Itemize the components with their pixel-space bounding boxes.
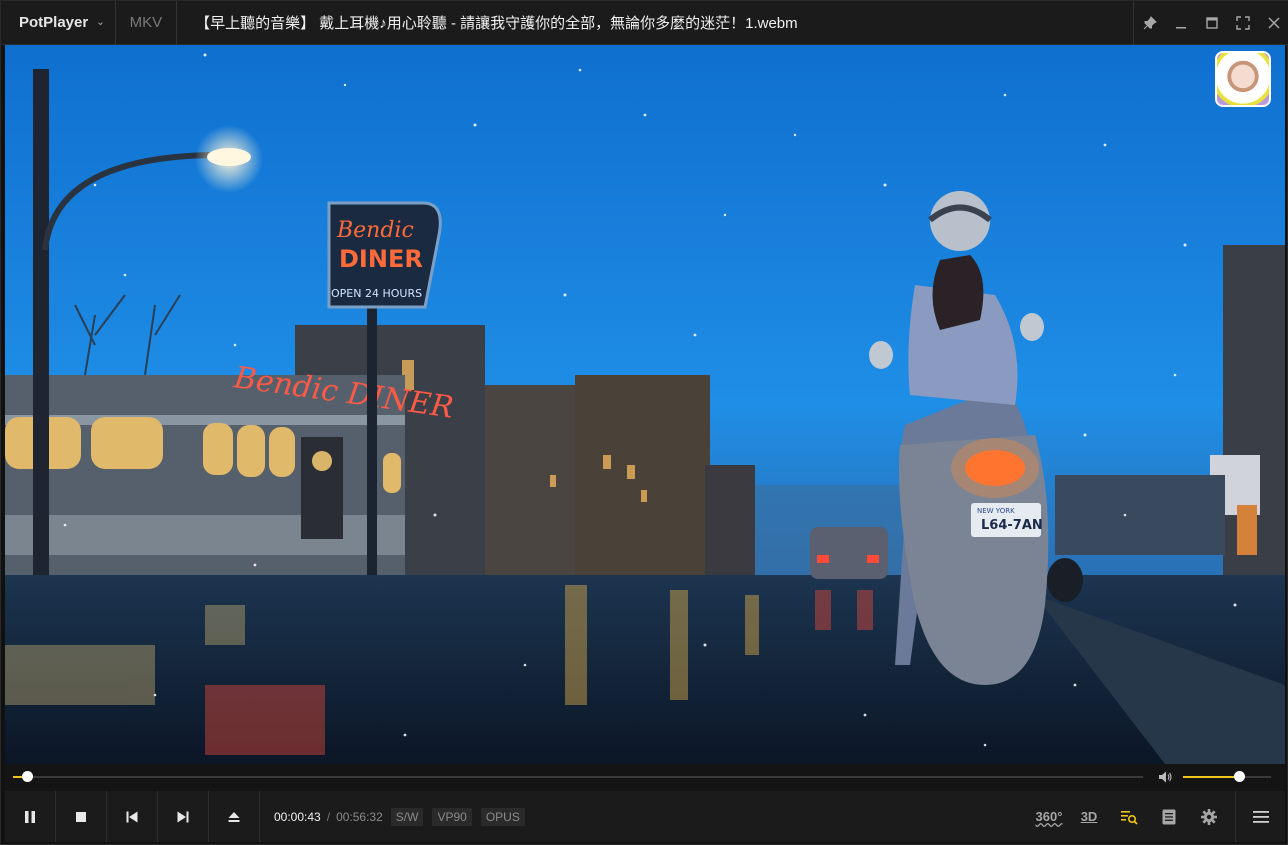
fullscreen-button[interactable] (1227, 1, 1258, 45)
channel-logo-sticker (1215, 51, 1271, 107)
stop-button[interactable] (56, 791, 107, 842)
minimize-button[interactable] (1165, 1, 1196, 45)
pause-button[interactable] (5, 791, 56, 842)
right-controls: 360° 3D (1029, 791, 1285, 842)
title-bar[interactable]: PotPlayer ⌄ MKV 【早上聽的音樂】 戴上耳機♪用心聆聽 - 請讓我… (1, 0, 1288, 45)
app-menu-button[interactable]: PotPlayer ⌄ (1, 0, 116, 45)
document-list-icon (1162, 809, 1176, 824)
current-time[interactable]: 00:00:43 (274, 810, 321, 824)
seek-handle[interactable] (22, 771, 34, 782)
pin-button[interactable] (1134, 1, 1165, 45)
time-display: 00:00:43 / 00:56:32 S/W VP90 OPUS (274, 807, 534, 826)
potplayer-window: PotPlayer ⌄ MKV 【早上聽的音樂】 戴上耳機♪用心聆聽 - 請讓我… (0, 0, 1288, 845)
minimize-icon (1175, 26, 1186, 28)
close-icon (1267, 16, 1280, 29)
control-bar: 00:00:43 / 00:56:32 S/W VP90 OPUS 360° 3… (5, 791, 1285, 842)
diner-sign-script: Bendic (336, 218, 414, 243)
pin-icon (1143, 15, 1157, 29)
video-area[interactable]: Bendic DINER Bendic DINER OPEN 24 HOURS (5, 45, 1285, 764)
settings-button[interactable] (1189, 791, 1229, 842)
open-file-button[interactable] (209, 791, 260, 842)
time-separator: / (326, 809, 331, 824)
fullscreen-icon (1235, 15, 1250, 30)
gear-icon (1201, 808, 1217, 825)
vr-360-icon: 360° (1035, 809, 1063, 824)
maximize-icon (1205, 16, 1218, 29)
format-label: MKV (116, 0, 178, 45)
seek-row (5, 764, 1285, 791)
3d-button[interactable]: 3D (1069, 791, 1109, 842)
skip-previous-icon (126, 811, 138, 822)
open-24-hours-sign: OPEN 24 HOURS (331, 287, 422, 300)
volume-slider[interactable] (1183, 771, 1271, 782)
chapters-button[interactable] (1149, 791, 1189, 842)
audio-codec-tag[interactable]: OPUS (480, 807, 525, 826)
volume-icon[interactable] (1157, 769, 1173, 785)
stop-icon (76, 811, 86, 822)
eject-icon (228, 811, 240, 822)
pause-icon (25, 810, 35, 823)
video-codec-tag[interactable]: VP90 (432, 807, 472, 826)
window-controls (1133, 0, 1288, 45)
next-button[interactable] (158, 791, 209, 842)
license-plate: L64-7AN (981, 518, 1043, 533)
playlist-search-button[interactable] (1109, 791, 1149, 842)
hamburger-menu-icon (1252, 810, 1269, 823)
video-frame: Bendic DINER Bendic DINER OPEN 24 HOURS (5, 45, 1285, 764)
total-duration[interactable]: 00:56:32 (336, 810, 383, 824)
playlist-search-icon (1121, 810, 1138, 825)
file-title: 【早上聽的音樂】 戴上耳機♪用心聆聽 - 請讓我守護你的全部，無論你多麼的迷茫！… (195, 15, 798, 32)
seek-bar[interactable] (13, 771, 1143, 782)
volume-level (1183, 776, 1240, 778)
volume-handle[interactable] (1234, 771, 1246, 782)
3d-icon: 3D (1080, 809, 1098, 824)
maximize-button[interactable] (1196, 1, 1227, 45)
chevron-down-icon: ⌄ (96, 17, 105, 28)
diner-sign-word: DINER (339, 245, 423, 273)
vr-360-button[interactable]: 360° (1029, 791, 1069, 842)
skip-next-icon (177, 811, 189, 822)
close-button[interactable] (1258, 1, 1288, 45)
decoder-tag[interactable]: S/W (390, 807, 424, 826)
main-menu-button[interactable] (1235, 791, 1285, 842)
plate-state: NEW YORK (977, 507, 1015, 515)
previous-button[interactable] (107, 791, 158, 842)
app-name: PotPlayer (19, 14, 89, 31)
